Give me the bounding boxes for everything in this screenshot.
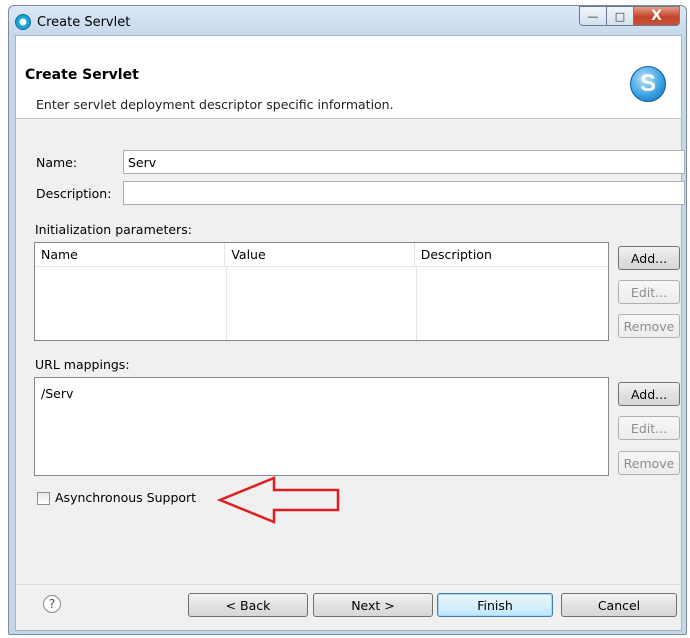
next-button[interactable]: Next > <box>313 593 433 617</box>
cancel-button[interactable]: Cancel <box>561 593 677 617</box>
init-params-remove-button[interactable]: Remove <box>618 314 680 338</box>
url-mappings-edit-button[interactable]: Edit... <box>618 416 680 440</box>
wizard-description: Enter servlet deployment descriptor spec… <box>36 97 394 112</box>
minimize-icon: — <box>587 9 599 23</box>
maximize-icon: □ <box>614 9 626 23</box>
back-button[interactable]: < Back <box>188 593 308 617</box>
title-bar[interactable]: Create Servlet — □ X <box>9 6 686 38</box>
url-mappings-list[interactable]: /Serv <box>34 377 609 476</box>
footer-separator <box>16 584 681 585</box>
init-params-label: Initialization parameters: <box>35 222 192 237</box>
close-icon: X <box>651 8 662 24</box>
column-divider <box>416 267 417 340</box>
url-mappings-remove-button[interactable]: Remove <box>618 451 680 475</box>
init-params-add-button[interactable]: Add... <box>618 246 680 270</box>
create-servlet-window: Create Servlet — □ X Create Servlet Ente… <box>8 5 687 635</box>
column-header-value[interactable]: Value <box>225 243 415 267</box>
async-support-label[interactable]: Asynchronous Support <box>55 490 196 505</box>
logo-letter: S <box>639 70 656 97</box>
close-button[interactable]: X <box>634 6 680 26</box>
window-controls: — □ X <box>579 6 680 28</box>
servlet-logo-icon: S <box>630 66 666 102</box>
url-mappings-label: URL mappings: <box>35 357 130 372</box>
description-input[interactable] <box>123 181 685 205</box>
maximize-button[interactable]: □ <box>607 6 634 26</box>
column-divider <box>226 267 227 340</box>
window-title: Create Servlet <box>37 15 131 30</box>
help-icon[interactable]: ? <box>43 595 61 613</box>
column-header-description[interactable]: Description <box>415 243 608 267</box>
url-mapping-item[interactable]: /Serv <box>41 386 73 401</box>
url-mappings-add-button[interactable]: Add... <box>618 382 680 406</box>
annotation-arrow-icon <box>216 476 340 524</box>
description-label: Description: <box>36 186 112 201</box>
init-params-header: Name Value Description <box>35 243 608 267</box>
finish-button[interactable]: Finish <box>437 593 553 617</box>
name-input[interactable] <box>123 150 685 174</box>
dialog-content: Create Servlet Enter servlet deployment … <box>15 35 685 631</box>
minimize-button[interactable]: — <box>579 6 607 26</box>
wizard-header: Create Servlet Enter servlet deployment … <box>16 36 681 119</box>
async-support-checkbox[interactable] <box>37 492 50 505</box>
wizard-title: Create Servlet <box>25 67 139 83</box>
init-params-edit-button[interactable]: Edit... <box>618 280 680 304</box>
name-label: Name: <box>36 155 78 170</box>
eclipse-icon <box>15 14 31 30</box>
column-header-name[interactable]: Name <box>35 243 226 267</box>
init-params-table[interactable]: Name Value Description <box>34 242 609 341</box>
